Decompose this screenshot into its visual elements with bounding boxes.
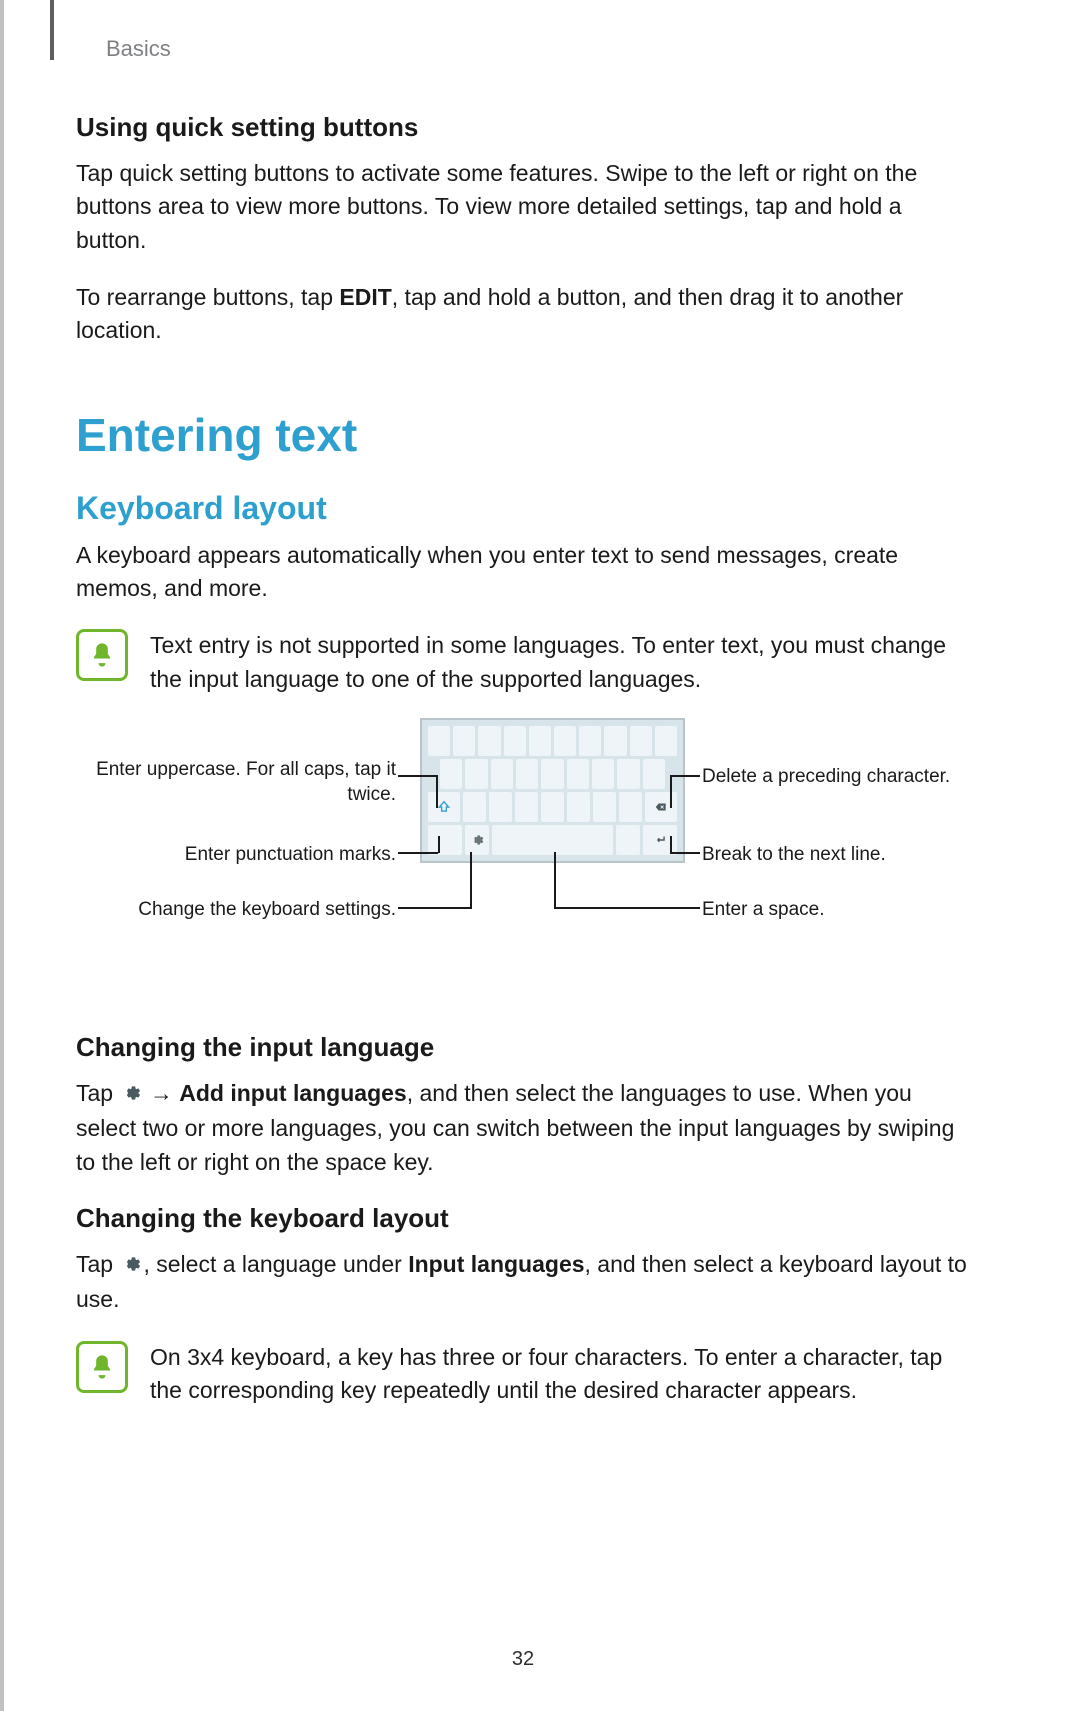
sym-key xyxy=(428,825,462,855)
key xyxy=(554,726,576,756)
callout-delete: Delete a preceding character. xyxy=(702,765,950,790)
page-title: Entering text xyxy=(76,408,970,462)
key xyxy=(428,726,450,756)
key xyxy=(593,792,616,822)
key xyxy=(655,726,677,756)
key xyxy=(567,759,589,789)
edit-label: EDIT xyxy=(339,284,391,310)
key xyxy=(489,792,512,822)
page-number: 32 xyxy=(76,1648,970,1671)
key xyxy=(491,759,513,789)
backspace-key xyxy=(645,792,677,822)
keyboard-illustration xyxy=(420,718,685,863)
connector xyxy=(670,775,700,777)
key xyxy=(541,792,564,822)
paragraph: Tap , select a language under Input lang… xyxy=(76,1248,970,1317)
note-text: Text entry is not supported in some lang… xyxy=(150,629,970,696)
connector xyxy=(398,775,436,777)
key xyxy=(567,792,590,822)
connector xyxy=(554,907,700,909)
key xyxy=(579,726,601,756)
manual-page: Basics Using quick setting buttons Tap q… xyxy=(0,0,1080,1711)
key xyxy=(643,759,665,789)
text-bold: 3x4 keyboard xyxy=(187,1344,325,1370)
note: On 3x4 keyboard, a key has three or four… xyxy=(76,1341,970,1408)
connector xyxy=(670,852,700,854)
margin-rule xyxy=(50,0,54,60)
heading-changing-input: Changing the input language xyxy=(76,1032,970,1063)
text: → xyxy=(143,1080,179,1106)
key xyxy=(463,792,486,822)
key xyxy=(630,726,652,756)
key xyxy=(592,759,614,789)
gear-icon xyxy=(121,1079,141,1112)
connector xyxy=(398,852,438,854)
key xyxy=(440,759,462,789)
keyboard-diagram: Enter uppercase. For all caps, tap it tw… xyxy=(76,718,970,998)
callout-space: Enter a space. xyxy=(702,898,825,923)
callout-punctuation: Enter punctuation marks. xyxy=(76,843,396,868)
key xyxy=(529,726,551,756)
shift-key xyxy=(428,792,460,822)
bell-icon xyxy=(76,629,128,681)
paragraph: Tap → Add input languages, and then sele… xyxy=(76,1077,970,1179)
key xyxy=(541,759,563,789)
text: On xyxy=(150,1344,187,1370)
connector xyxy=(436,775,438,808)
text: , select a language under xyxy=(143,1251,408,1277)
space-key xyxy=(492,825,613,855)
key xyxy=(465,759,487,789)
key xyxy=(504,726,526,756)
connector xyxy=(438,836,440,853)
note-text: On 3x4 keyboard, a key has three or four… xyxy=(150,1341,970,1408)
gear-icon xyxy=(121,1250,141,1283)
callout-uppercase: Enter uppercase. For all caps, tap it tw… xyxy=(76,758,396,807)
key xyxy=(604,726,626,756)
heading-quick-settings: Using quick setting buttons xyxy=(76,112,970,143)
key xyxy=(516,759,538,789)
settings-key xyxy=(465,825,489,855)
callout-nextline: Break to the next line. xyxy=(702,843,886,868)
paragraph: Tap quick setting buttons to activate so… xyxy=(76,157,970,257)
bell-icon xyxy=(76,1341,128,1393)
page-content: Using quick setting buttons Tap quick se… xyxy=(76,112,970,1671)
key xyxy=(617,759,639,789)
text: To rearrange buttons, tap xyxy=(76,284,339,310)
connector xyxy=(554,852,556,908)
connector xyxy=(398,907,472,909)
paragraph: A keyboard appears automatically when yo… xyxy=(76,539,970,606)
text: Tap xyxy=(76,1080,119,1106)
note: Text entry is not supported in some lang… xyxy=(76,629,970,696)
text: Tap xyxy=(76,1251,119,1277)
period-key xyxy=(616,825,640,855)
heading-keyboard-layout: Keyboard layout xyxy=(76,490,970,527)
key xyxy=(478,726,500,756)
text-bold: Add input languages xyxy=(179,1080,406,1106)
text-bold: Input languages xyxy=(408,1251,584,1277)
connector xyxy=(670,775,672,808)
key xyxy=(515,792,538,822)
key xyxy=(619,792,642,822)
key xyxy=(453,726,475,756)
connector xyxy=(470,852,472,908)
paragraph: To rearrange buttons, tap EDIT, tap and … xyxy=(76,281,970,348)
breadcrumb: Basics xyxy=(106,36,970,62)
heading-changing-layout: Changing the keyboard layout xyxy=(76,1203,970,1234)
connector xyxy=(670,836,672,853)
callout-settings: Change the keyboard settings. xyxy=(76,898,396,923)
